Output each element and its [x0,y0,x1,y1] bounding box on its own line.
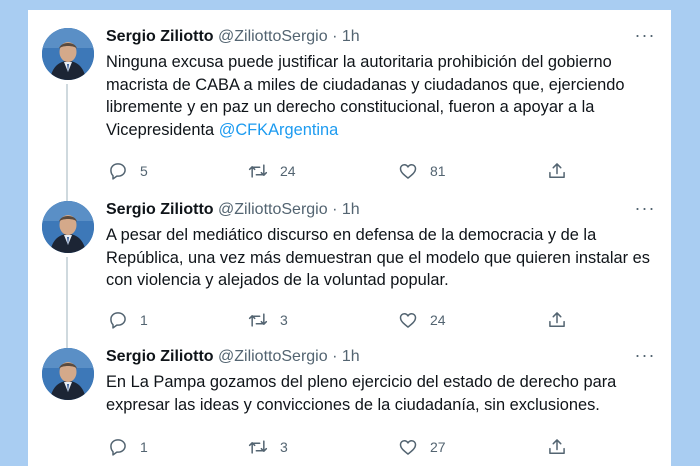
retweet-button[interactable]: 3 [248,436,288,458]
retweet-count: 24 [280,163,296,179]
reply-bubble-icon [110,439,126,456]
tweet-text: Ninguna excusa puede justificar la autor… [106,51,656,141]
retweet-arrows-icon [248,313,268,327]
like-count: 27 [430,439,446,455]
tweet-text: En La Pampa gozamos del pleno ejercicio … [106,371,656,416]
like-button[interactable]: 27 [398,436,446,458]
reply-button[interactable]: 5 [108,160,148,182]
tweet-timestamp[interactable]: 1h [342,28,360,45]
share-upload-icon [549,163,565,178]
share-upload-icon [549,439,565,454]
separator-dot: · [332,28,338,45]
retweet-arrows-icon [248,440,268,454]
share-button[interactable] [547,160,567,182]
author-handle[interactable]: @ZiliottoSergio [218,201,328,218]
avatar[interactable] [42,28,94,80]
tweet-text: A pesar del mediático discurso en defens… [106,224,656,292]
reply-count: 5 [140,163,148,179]
tweet-header: Sergio Ziliotto @ZiliottoSergio · 1h [106,199,360,221]
tweet-body: Ninguna excusa puede justificar la autor… [106,53,625,139]
more-horizontal-icon[interactable]: ··· [633,199,657,221]
tweet-header: Sergio Ziliotto @ZiliottoSergio · 1h [106,26,360,48]
avatar[interactable] [42,348,94,400]
tweet[interactable]: Sergio Ziliotto @ZiliottoSergio · 1h ···… [28,346,671,461]
separator-dot: · [332,201,338,218]
more-horizontal-icon[interactable]: ··· [633,346,657,368]
author-handle[interactable]: @ZiliottoSergio [218,348,328,365]
reply-count: 1 [140,312,148,328]
tweet-actions: 1 3 24 [106,309,606,331]
tweet[interactable]: Sergio Ziliotto @ZiliottoSergio · 1h ···… [28,199,671,334]
author-handle[interactable]: @ZiliottoSergio [218,28,328,45]
tweet-header: Sergio Ziliotto @ZiliottoSergio · 1h [106,346,360,368]
mention-link[interactable]: @CFKArgentina [219,121,339,139]
author-name[interactable]: Sergio Ziliotto [106,348,214,365]
like-count: 24 [430,312,446,328]
reply-button[interactable]: 1 [108,309,148,331]
like-button[interactable]: 24 [398,309,446,331]
retweet-button[interactable]: 24 [248,160,296,182]
tweet-actions: 1 3 27 [106,436,606,458]
like-count: 81 [430,163,446,179]
tweet-body: En La Pampa gozamos del pleno ejercicio … [106,373,617,414]
heart-icon [399,164,417,179]
tweet-actions: 5 24 81 [106,160,606,182]
tweet-thread-card: Sergio Ziliotto @ZiliottoSergio · 1h ···… [28,10,671,466]
tweet[interactable]: Sergio Ziliotto @ZiliottoSergio · 1h ···… [28,26,671,186]
retweet-count: 3 [280,312,288,328]
tweet-timestamp[interactable]: 1h [342,201,360,218]
more-horizontal-icon[interactable]: ··· [633,26,657,48]
retweet-count: 3 [280,439,288,455]
retweet-arrows-icon [248,164,268,178]
reply-bubble-icon [110,163,126,180]
reply-bubble-icon [110,312,126,329]
reply-count: 1 [140,439,148,455]
reply-button[interactable]: 1 [108,436,148,458]
heart-icon [399,440,417,455]
share-button[interactable] [547,436,567,458]
separator-dot: · [332,348,338,365]
author-name[interactable]: Sergio Ziliotto [106,201,214,218]
share-upload-icon [549,312,565,327]
retweet-button[interactable]: 3 [248,309,288,331]
share-button[interactable] [547,309,567,331]
tweet-body: A pesar del mediático discurso en defens… [106,226,650,289]
tweet-timestamp[interactable]: 1h [342,348,360,365]
author-name[interactable]: Sergio Ziliotto [106,28,214,45]
heart-icon [399,313,417,328]
avatar[interactable] [42,201,94,253]
like-button[interactable]: 81 [398,160,446,182]
